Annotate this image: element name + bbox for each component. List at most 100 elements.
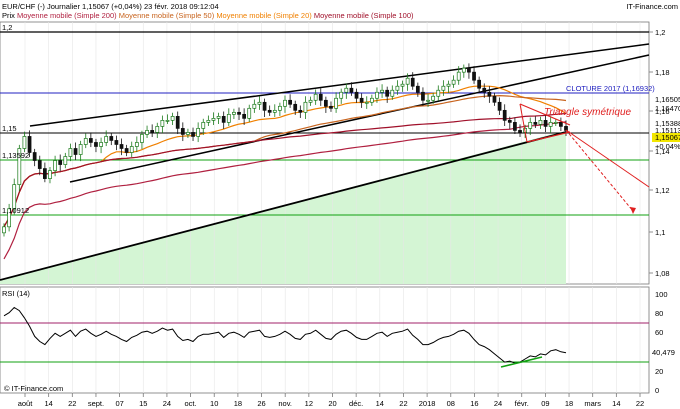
y-tick-1-1: 1,1 bbox=[655, 228, 665, 237]
rsi-last-value: 40,479 bbox=[652, 348, 675, 357]
candle bbox=[48, 170, 52, 179]
candle bbox=[175, 115, 180, 129]
candle bbox=[196, 128, 201, 137]
candle bbox=[303, 101, 308, 113]
candle bbox=[533, 122, 538, 125]
candle bbox=[513, 122, 517, 131]
rsi-tick-100: 100 bbox=[655, 290, 668, 299]
legend-line: Prix Moyenne mobile (Simple 200) Moyenne… bbox=[2, 11, 414, 20]
candle bbox=[68, 148, 73, 157]
candle bbox=[308, 99, 313, 103]
candle bbox=[385, 89, 390, 97]
candle bbox=[221, 115, 226, 123]
y-tick-1-12: 1,12 bbox=[655, 186, 670, 195]
candle bbox=[293, 103, 298, 111]
left-label-1-13592: 1,13592 bbox=[2, 151, 29, 160]
x-tick-label: 12 bbox=[305, 399, 313, 408]
candle bbox=[339, 91, 344, 99]
candle bbox=[375, 91, 379, 99]
rsi-label: RSI (14) bbox=[2, 289, 30, 298]
candle bbox=[170, 115, 175, 121]
candle bbox=[477, 79, 482, 89]
candle bbox=[446, 83, 451, 87]
candle bbox=[431, 95, 436, 101]
candle bbox=[134, 142, 139, 147]
candle bbox=[99, 142, 103, 147]
candle bbox=[497, 101, 502, 111]
rsi-tick-0: 0 bbox=[655, 386, 659, 395]
candle bbox=[165, 120, 170, 122]
candle bbox=[247, 107, 252, 119]
candle bbox=[451, 79, 456, 85]
candle bbox=[22, 136, 27, 149]
candle bbox=[129, 146, 134, 153]
candle bbox=[78, 144, 83, 155]
candle bbox=[318, 93, 323, 101]
left-label-1-10912: 1,10912 bbox=[2, 206, 29, 215]
candle bbox=[456, 71, 461, 81]
candle bbox=[211, 118, 216, 121]
x-tick-label: 08 bbox=[447, 399, 455, 408]
candle bbox=[507, 120, 512, 123]
candle bbox=[237, 111, 241, 115]
candle bbox=[472, 71, 476, 81]
x-tick-label: 09 bbox=[541, 399, 549, 408]
watermark: © IT-Finance.com bbox=[4, 384, 63, 393]
candle bbox=[58, 160, 63, 165]
x-tick-label: 15 bbox=[139, 399, 147, 408]
candle bbox=[63, 156, 68, 165]
candle bbox=[421, 91, 425, 101]
candle bbox=[329, 105, 333, 109]
candle bbox=[272, 109, 277, 113]
candle bbox=[262, 101, 267, 111]
price-tag-change: +0,04% bbox=[655, 142, 680, 151]
candle bbox=[528, 122, 533, 129]
x-tick-label: 07 bbox=[115, 399, 123, 408]
candle bbox=[354, 91, 359, 99]
x-tick-label: 20 bbox=[328, 399, 336, 408]
candle bbox=[267, 109, 272, 113]
candle bbox=[324, 99, 328, 107]
chart-svg: EUR/CHF (-) Journalier 1,15067 (+0,04%) … bbox=[0, 0, 680, 409]
candle bbox=[191, 132, 195, 137]
x-tick-label: mars bbox=[584, 399, 601, 408]
candle bbox=[553, 122, 558, 124]
x-tick-label: 24 bbox=[494, 399, 502, 408]
candle bbox=[313, 93, 318, 101]
candle bbox=[441, 85, 446, 91]
x-tick-label: 22 bbox=[68, 399, 76, 408]
candle bbox=[564, 126, 568, 131]
x-tick-label: 18 bbox=[234, 399, 242, 408]
candle bbox=[88, 138, 93, 143]
price-tag-ma50: 1,16470 bbox=[655, 104, 680, 113]
x-tick-label: 2018 bbox=[419, 399, 436, 408]
candle bbox=[461, 67, 466, 73]
candle bbox=[160, 120, 165, 127]
y-tick-1-2: 1,2 bbox=[655, 28, 665, 37]
x-tick-label: 22 bbox=[636, 399, 644, 408]
candle bbox=[559, 122, 563, 127]
rsi-tick-80: 80 bbox=[655, 309, 663, 318]
candle bbox=[242, 113, 246, 119]
candle bbox=[150, 130, 155, 133]
candle bbox=[43, 168, 47, 179]
candle bbox=[349, 87, 354, 93]
candle bbox=[369, 97, 374, 103]
candle bbox=[119, 144, 124, 149]
candle bbox=[543, 120, 548, 127]
candle bbox=[278, 105, 282, 111]
x-tick-label: 22 bbox=[399, 399, 407, 408]
x-tick-label: févr. bbox=[515, 399, 529, 408]
candle bbox=[201, 122, 206, 129]
candle bbox=[344, 87, 349, 93]
x-tick-label: août bbox=[18, 399, 34, 408]
rsi-tick-20: 20 bbox=[655, 367, 663, 376]
x-tick-label: 24 bbox=[163, 399, 171, 408]
candle bbox=[410, 77, 415, 87]
x-tick-label: 10 bbox=[210, 399, 218, 408]
candle bbox=[298, 109, 303, 113]
header-title: EUR/CHF (-) Journalier 1,15067 (+0,04%) … bbox=[2, 2, 219, 11]
candle bbox=[548, 122, 553, 127]
candle bbox=[53, 160, 57, 171]
candle bbox=[37, 160, 42, 169]
